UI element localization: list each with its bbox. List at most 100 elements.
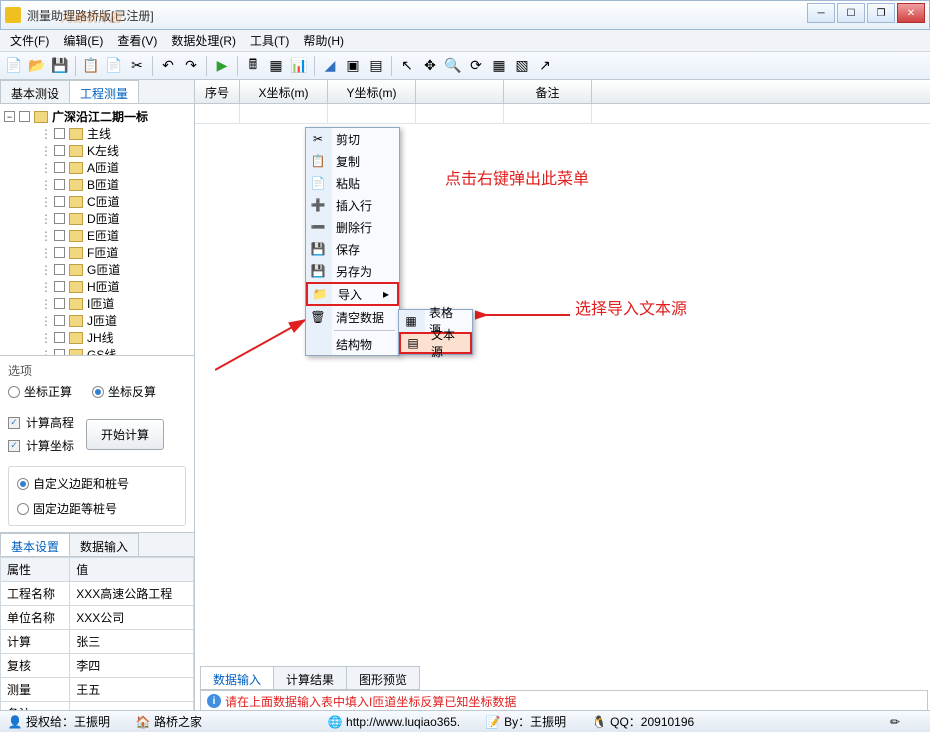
- menu-data[interactable]: 数据处理(R): [165, 30, 242, 51]
- col-remark[interactable]: 备注: [504, 80, 592, 103]
- col-x[interactable]: X坐标(m): [240, 80, 328, 103]
- tree-item[interactable]: ⋮E匝道: [2, 227, 192, 244]
- menu-file[interactable]: 文件(F): [4, 30, 55, 51]
- tb-tool3-icon[interactable]: ▤: [366, 56, 386, 76]
- btab-data-input[interactable]: 数据输入: [200, 666, 274, 690]
- ctx-结构物[interactable]: 结构物: [306, 333, 399, 355]
- checkbox[interactable]: [54, 196, 65, 207]
- project-tree[interactable]: − 广深沿江二期一标 ⋮主线⋮K左线⋮A匝道⋮B匝道⋮C匝道⋮D匝道⋮E匝道⋮F…: [0, 104, 194, 356]
- ctx-粘贴[interactable]: 📄粘贴: [306, 172, 399, 194]
- radio-custom-margin[interactable]: 自定义边距和桩号: [17, 475, 177, 492]
- tab-engineering-survey[interactable]: 工程测量: [69, 80, 139, 103]
- tree-item[interactable]: ⋮G匝道: [2, 261, 192, 278]
- col-index[interactable]: 序号: [195, 80, 240, 103]
- ctx-删除行[interactable]: ➖删除行: [306, 216, 399, 238]
- menu-view[interactable]: 查看(V): [111, 30, 163, 51]
- radio-reverse-calc[interactable]: 坐标反算: [92, 383, 156, 400]
- tb-open-icon[interactable]: 📂: [27, 56, 47, 76]
- ctx-插入行[interactable]: ➕插入行: [306, 194, 399, 216]
- tree-item[interactable]: ⋮JH线: [2, 329, 192, 346]
- checkbox[interactable]: [54, 315, 65, 326]
- tree-item[interactable]: ⋮D匝道: [2, 210, 192, 227]
- radio-forward-calc[interactable]: 坐标正算: [8, 383, 72, 400]
- tree-item[interactable]: ⋮H匝道: [2, 278, 192, 295]
- tb-new-icon[interactable]: 📄: [4, 56, 24, 76]
- checkbox[interactable]: [54, 145, 65, 156]
- checkbox[interactable]: [54, 162, 65, 173]
- checkbox-coordinate[interactable]: [8, 440, 20, 452]
- checkbox[interactable]: [19, 111, 30, 122]
- property-table[interactable]: 属性值 工程名称XXX高速公路工程单位名称XXX公司计算张三复核李四测量王五备注: [0, 557, 194, 726]
- tb-tool1-icon[interactable]: ◢: [320, 56, 340, 76]
- property-row[interactable]: 工程名称XXX高速公路工程: [1, 582, 194, 606]
- radio-fixed-margin[interactable]: 固定边距等桩号: [17, 500, 177, 517]
- tb-calc-icon[interactable]: 🖩: [243, 56, 263, 76]
- ctx-剪切[interactable]: ✂剪切: [306, 128, 399, 150]
- tb-chart-icon[interactable]: 📊: [289, 56, 309, 76]
- checkbox[interactable]: [54, 298, 65, 309]
- tree-item[interactable]: ⋮K左线: [2, 142, 192, 159]
- tree-item[interactable]: ⋮A匝道: [2, 159, 192, 176]
- tree-item[interactable]: ⋮B匝道: [2, 176, 192, 193]
- ctx-保存[interactable]: 💾保存: [306, 238, 399, 260]
- minimize-button[interactable]: ─: [807, 3, 835, 23]
- btab-calc-result[interactable]: 计算结果: [273, 666, 347, 690]
- property-row[interactable]: 计算张三: [1, 630, 194, 654]
- checkbox[interactable]: [54, 332, 65, 343]
- checkbox[interactable]: [54, 179, 65, 190]
- ctx-复制[interactable]: 📋复制: [306, 150, 399, 172]
- tb-redo-icon[interactable]: ↷: [181, 56, 201, 76]
- tab-basic-survey[interactable]: 基本测设: [0, 80, 70, 103]
- status-tool[interactable]: ✏: [888, 715, 902, 729]
- checkbox[interactable]: [54, 213, 65, 224]
- tree-item[interactable]: ⋮GS线: [2, 346, 192, 356]
- tab-data-input[interactable]: 数据输入: [69, 533, 139, 556]
- checkbox-elevation[interactable]: [8, 417, 20, 429]
- checkbox[interactable]: [54, 281, 65, 292]
- checkbox[interactable]: [54, 264, 65, 275]
- menu-help[interactable]: 帮助(H): [297, 30, 350, 51]
- tab-basic-settings[interactable]: 基本设置: [0, 533, 70, 556]
- tb-table-icon[interactable]: ▦: [266, 56, 286, 76]
- status-qq[interactable]: 🐧 QQ：20910196: [592, 713, 694, 730]
- close-button[interactable]: ✕: [897, 3, 925, 23]
- collapse-icon[interactable]: −: [4, 111, 15, 122]
- tb-paste-icon[interactable]: 📄: [104, 56, 124, 76]
- checkbox[interactable]: [54, 230, 65, 241]
- tb-cut-icon[interactable]: ✂: [127, 56, 147, 76]
- ctx-另存为[interactable]: 💾另存为: [306, 260, 399, 282]
- tb-layer-icon[interactable]: ▧: [512, 56, 532, 76]
- ctx-导入[interactable]: 📁导入▸: [306, 282, 399, 306]
- tree-root-1[interactable]: − 广深沿江二期一标: [2, 108, 192, 125]
- tree-item[interactable]: ⋮主线: [2, 125, 192, 142]
- menu-tools[interactable]: 工具(T): [244, 30, 295, 51]
- tb-export-icon[interactable]: ↗: [535, 56, 555, 76]
- tb-zoom-icon[interactable]: 🔍: [443, 56, 463, 76]
- tree-item[interactable]: ⋮F匝道: [2, 244, 192, 261]
- menu-edit[interactable]: 编辑(E): [57, 30, 109, 51]
- col-y[interactable]: Y坐标(m): [328, 80, 416, 103]
- start-calc-button[interactable]: 开始计算: [86, 419, 164, 450]
- status-url[interactable]: 🌐 http://www.luqiao365.: [328, 715, 460, 729]
- checkbox[interactable]: [54, 247, 65, 258]
- tb-play-icon[interactable]: ▶: [212, 56, 232, 76]
- tb-copy-icon[interactable]: 📋: [81, 56, 101, 76]
- submenu-text-source[interactable]: ▤ 文本源: [399, 332, 472, 354]
- ctx-清空数据[interactable]: 🗑清空数据: [306, 306, 399, 328]
- tb-undo-icon[interactable]: ↶: [158, 56, 178, 76]
- tb-move-icon[interactable]: ✥: [420, 56, 440, 76]
- maximize-button[interactable]: ☐: [837, 3, 865, 23]
- tree-item[interactable]: ⋮C匝道: [2, 193, 192, 210]
- property-row[interactable]: 单位名称XXX公司: [1, 606, 194, 630]
- tb-refresh-icon[interactable]: ⟳: [466, 56, 486, 76]
- tree-item[interactable]: ⋮I匝道: [2, 295, 192, 312]
- col-blank[interactable]: [416, 80, 504, 103]
- tb-grid-icon[interactable]: ▦: [489, 56, 509, 76]
- property-row[interactable]: 复核李四: [1, 654, 194, 678]
- tb-tool2-icon[interactable]: ▣: [343, 56, 363, 76]
- status-home[interactable]: 🏠 路桥之家: [136, 713, 202, 730]
- restore-button[interactable]: ❐: [867, 3, 895, 23]
- tree-item[interactable]: ⋮J匝道: [2, 312, 192, 329]
- btab-graphic-preview[interactable]: 图形预览: [346, 666, 420, 690]
- checkbox[interactable]: [54, 349, 65, 356]
